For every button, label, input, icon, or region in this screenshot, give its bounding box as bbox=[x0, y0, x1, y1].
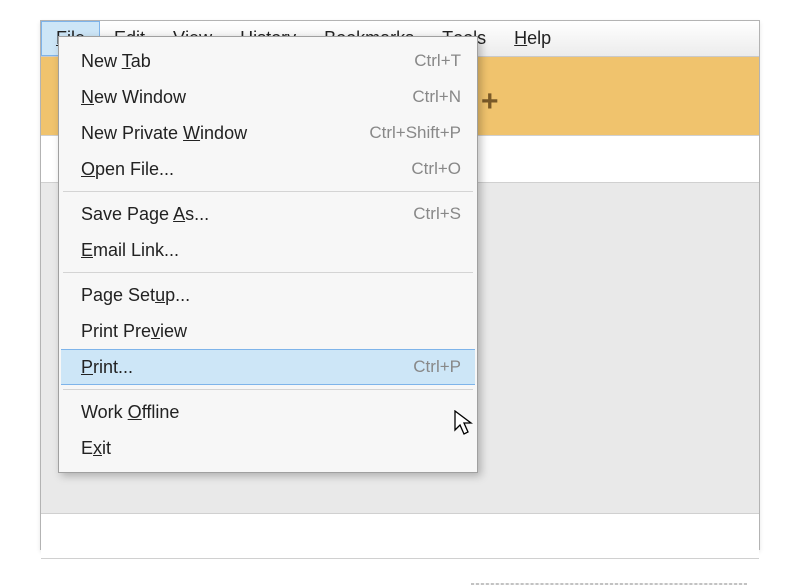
menu-item-print[interactable]: Print...Ctrl+P bbox=[61, 349, 475, 385]
menu-item-label-accel: v bbox=[151, 321, 160, 341]
menu-item-label: Print... bbox=[81, 357, 413, 378]
menu-item-label-pre: Work bbox=[81, 402, 128, 422]
menu-item-label-post: iew bbox=[160, 321, 187, 341]
menu-item-new-private-window[interactable]: New Private WindowCtrl+Shift+P bbox=[61, 115, 475, 151]
menu-item-label-accel: A bbox=[173, 204, 185, 224]
menu-item-label: New Tab bbox=[81, 51, 414, 72]
menu-separator bbox=[63, 272, 473, 273]
menu-item-label-accel: x bbox=[93, 438, 102, 458]
menu-item-label-post: it bbox=[102, 438, 111, 458]
menu-item-new-window[interactable]: New WindowCtrl+N bbox=[61, 79, 475, 115]
menu-item-label-accel: W bbox=[183, 123, 200, 143]
menu-item-label: Email Link... bbox=[81, 240, 461, 261]
menu-item-label-post: indow bbox=[200, 123, 247, 143]
menu-item-label: Work Offline bbox=[81, 402, 461, 423]
menu-item-print-preview[interactable]: Print Preview bbox=[61, 313, 475, 349]
menu-separator bbox=[63, 191, 473, 192]
menu-item-label: New Window bbox=[81, 87, 412, 108]
menu-item-work-offline[interactable]: Work Offline bbox=[61, 394, 475, 430]
menu-item-label: Exit bbox=[81, 438, 461, 459]
menu-item-label-post: ab bbox=[131, 51, 151, 71]
menu-item-save-page-as[interactable]: Save Page As...Ctrl+S bbox=[61, 196, 475, 232]
menu-item-shortcut: Ctrl+P bbox=[413, 357, 461, 377]
menu-item-label-post: s... bbox=[185, 204, 209, 224]
menu-item-label: Page Setup... bbox=[81, 285, 461, 306]
menu-item-label-pre: New bbox=[81, 51, 122, 71]
menu-item-label: New Private Window bbox=[81, 123, 369, 144]
menu-item-label: Save Page As... bbox=[81, 204, 413, 225]
menu-item-label-accel: N bbox=[81, 87, 94, 107]
menu-item-exit[interactable]: Exit bbox=[61, 430, 475, 466]
menu-item-shortcut: Ctrl+T bbox=[414, 51, 461, 71]
menu-item-shortcut: Ctrl+S bbox=[413, 204, 461, 224]
menu-item-label-post: rint... bbox=[93, 357, 133, 377]
menu-item-label-pre: New Private bbox=[81, 123, 183, 143]
menu-item-label-post: p... bbox=[165, 285, 190, 305]
menu-item-shortcut: Ctrl+Shift+P bbox=[369, 123, 461, 143]
menu-item-label-post: ffline bbox=[142, 402, 180, 422]
menu-separator bbox=[63, 389, 473, 390]
menu-item-label-pre: E bbox=[81, 438, 93, 458]
menu-item-label-pre: Save Page bbox=[81, 204, 173, 224]
file-menu-dropdown: New TabCtrl+TNew WindowCtrl+NNew Private… bbox=[58, 36, 478, 473]
menu-item-label-pre: Page Set bbox=[81, 285, 155, 305]
menu-item-label-post: ew Window bbox=[94, 87, 186, 107]
menu-label-accel: H bbox=[514, 28, 527, 49]
menu-item-label-accel: O bbox=[128, 402, 142, 422]
menu-item-email-link[interactable]: Email Link... bbox=[61, 232, 475, 268]
menu-item-label-accel: P bbox=[81, 357, 93, 377]
content-band bbox=[41, 513, 759, 559]
menu-item-label-post: mail Link... bbox=[93, 240, 179, 260]
menu-item-label-post: pen File... bbox=[95, 159, 174, 179]
menu-item-label-pre: Print Pre bbox=[81, 321, 151, 341]
menu-item-label-accel: T bbox=[122, 51, 131, 71]
menu-help[interactable]: Help bbox=[500, 21, 565, 56]
menu-item-open-file[interactable]: Open File...Ctrl+O bbox=[61, 151, 475, 187]
menu-item-label: Print Preview bbox=[81, 321, 461, 342]
menu-item-label-accel: u bbox=[155, 285, 165, 305]
menu-item-label-accel: O bbox=[81, 159, 95, 179]
menu-item-label-accel: E bbox=[81, 240, 93, 260]
menu-item-new-tab[interactable]: New TabCtrl+T bbox=[61, 43, 475, 79]
menu-label-post: elp bbox=[527, 28, 551, 49]
new-tab-plus-icon[interactable]: + bbox=[481, 85, 499, 119]
menu-item-shortcut: Ctrl+N bbox=[412, 87, 461, 107]
menu-item-page-setup[interactable]: Page Setup... bbox=[61, 277, 475, 313]
menu-item-label: Open File... bbox=[81, 159, 411, 180]
menu-item-shortcut: Ctrl+O bbox=[411, 159, 461, 179]
